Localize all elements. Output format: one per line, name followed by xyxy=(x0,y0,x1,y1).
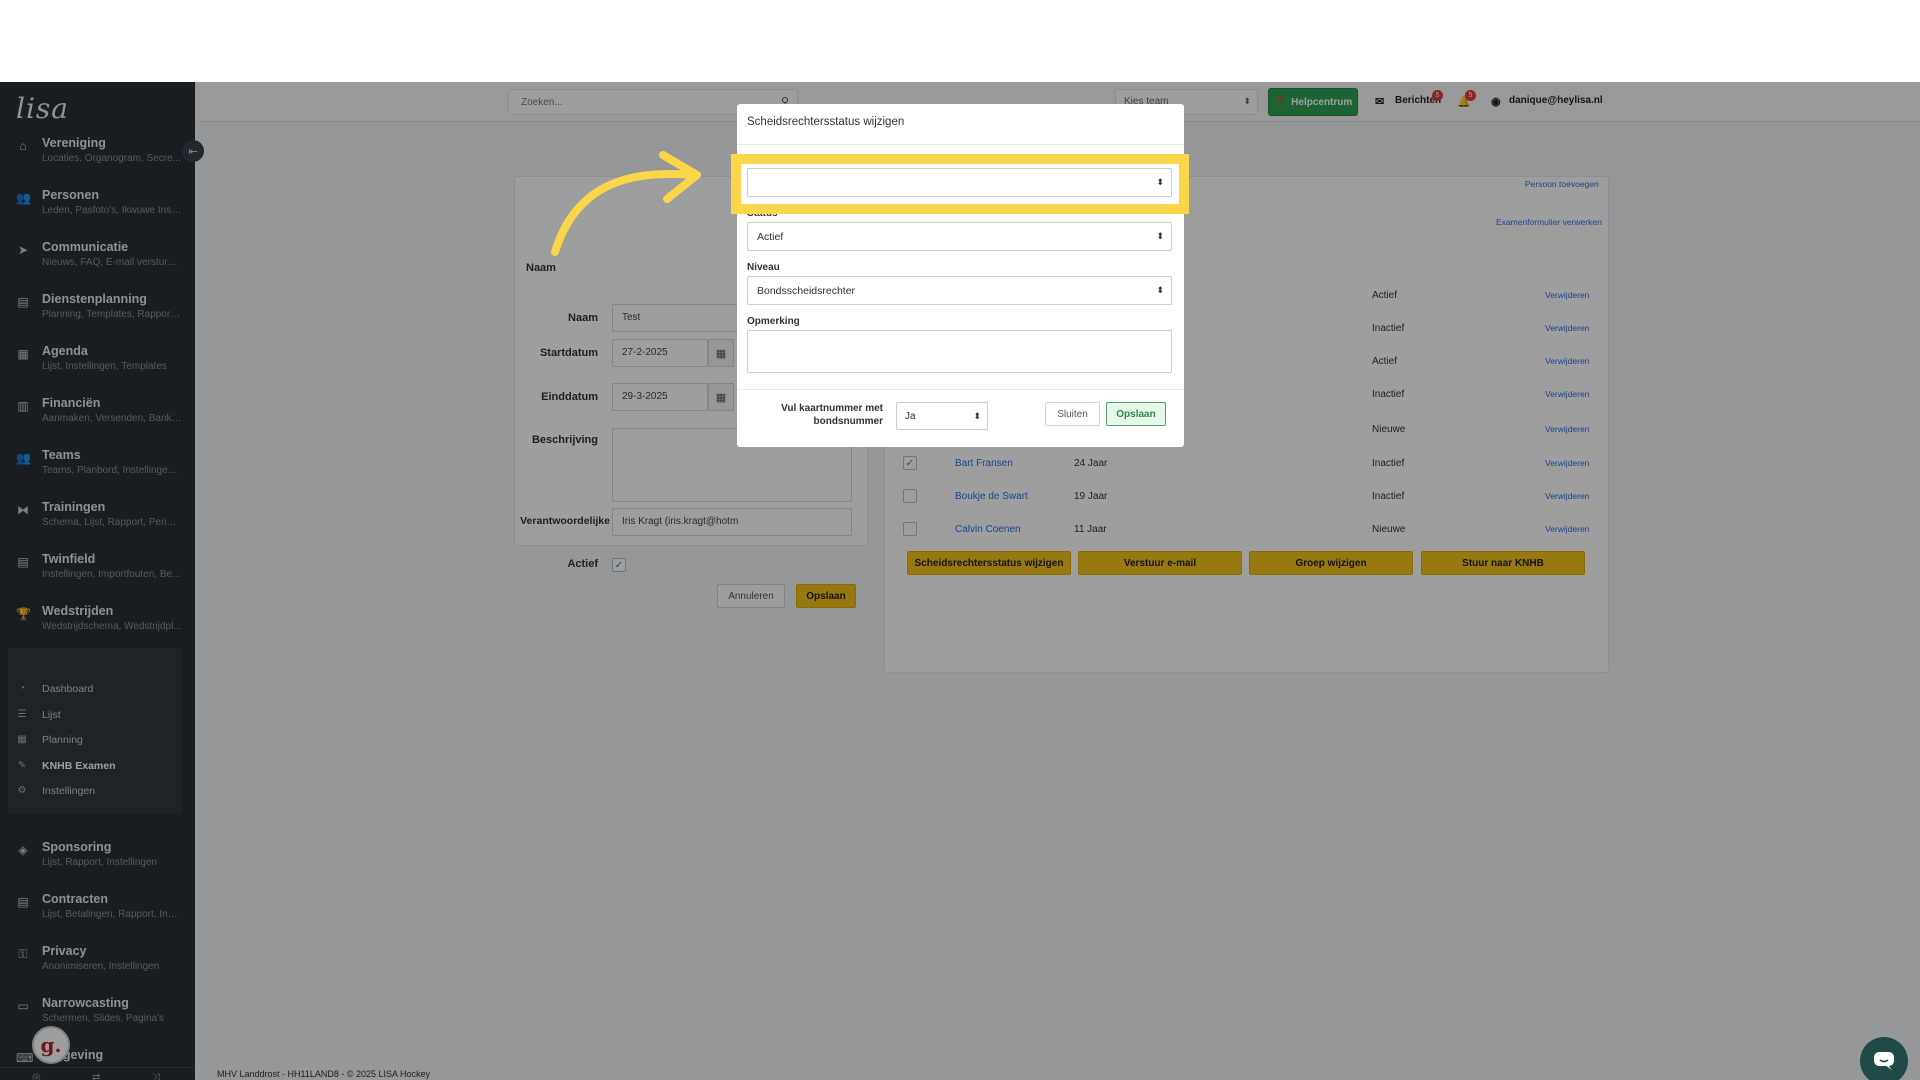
card-number-select[interactable]: Ja ⬍ xyxy=(896,402,988,430)
select-caret-icon: ⬍ xyxy=(1156,285,1164,295)
remark-textarea[interactable] xyxy=(747,330,1172,373)
remark-label: Opmerking xyxy=(747,316,800,327)
pointer-arrow-icon xyxy=(551,151,701,256)
select-caret-icon: ⬍ xyxy=(973,411,981,421)
card-number-value: Ja xyxy=(905,411,916,422)
chat-button[interactable] xyxy=(1860,1037,1908,1080)
app-stage: lisa ⇤ ⌂ Vereniging Locaties, Organogram, … xyxy=(0,82,1920,1080)
close-button[interactable]: Sluiten xyxy=(1045,402,1100,426)
level-select[interactable]: Bondsscheidsrechter ⬍ xyxy=(747,276,1172,305)
level-label: Niveau xyxy=(747,262,780,273)
select-caret-icon: ⬍ xyxy=(1156,231,1164,241)
divider xyxy=(737,144,1184,145)
chat-icon xyxy=(1874,1052,1894,1070)
level-value: Bondsscheidsrechter xyxy=(757,285,856,297)
modal-title: Scheidsrechtersstatus wijzigen xyxy=(747,116,905,128)
status-select[interactable]: Actief ⬍ xyxy=(747,222,1172,251)
modal-save-button[interactable]: Opslaan xyxy=(1106,402,1166,426)
highlight-box xyxy=(731,154,1189,214)
card-number-label: Vul kaartnummer met bondsnummer xyxy=(781,403,883,427)
divider xyxy=(737,389,1184,390)
status-value: Actief xyxy=(757,231,784,243)
